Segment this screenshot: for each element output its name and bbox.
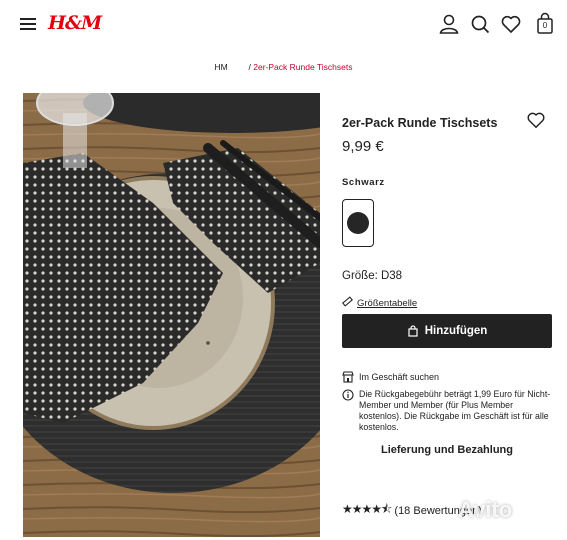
returns-info-text: Die Rückgabegebühr beträgt 1,99 Euro für… bbox=[359, 389, 551, 432]
add-to-bag-button[interactable]: Hinzufügen bbox=[342, 314, 552, 348]
store-search-label: Im Geschäft suchen bbox=[359, 372, 440, 382]
heart-icon[interactable] bbox=[500, 13, 522, 35]
avito-watermark: Avito bbox=[458, 497, 513, 522]
swatch-color-dot bbox=[347, 212, 369, 234]
favorite-heart-icon[interactable] bbox=[526, 110, 546, 130]
search-icon[interactable] bbox=[469, 13, 491, 35]
breadcrumb: HM / 2er-Pack Runde Tischsets bbox=[0, 62, 567, 72]
size-label: Größe: D38 bbox=[342, 270, 403, 282]
breadcrumb-root[interactable]: HM bbox=[215, 62, 228, 72]
store-search-link[interactable]: Im Geschäft suchen bbox=[342, 371, 439, 383]
menu-icon[interactable] bbox=[20, 18, 36, 30]
color-label: Schwarz bbox=[342, 177, 385, 188]
breadcrumb-current: 2er-Pack Runde Tischsets bbox=[253, 62, 353, 72]
size-guide-label: Größentabelle bbox=[357, 298, 418, 309]
product-price: 9,99 € bbox=[342, 138, 384, 155]
add-button-label: Hinzufügen bbox=[424, 325, 488, 337]
returns-info: Die Rückgabegebühr beträgt 1,99 Euro für… bbox=[342, 389, 557, 433]
product-title: 2er-Pack Runde Tischsets bbox=[342, 116, 498, 130]
brand-logo[interactable]: H&M bbox=[48, 12, 102, 34]
rating-stars-icon: ★★★★⯪ bbox=[342, 502, 392, 516]
bag-count: 0 bbox=[542, 21, 548, 30]
bag-icon[interactable]: 0 bbox=[535, 12, 555, 36]
ruler-icon bbox=[342, 296, 353, 307]
breadcrumb-separator: / bbox=[248, 62, 251, 72]
bag-small-icon bbox=[408, 325, 418, 337]
info-icon bbox=[342, 389, 354, 401]
user-icon[interactable] bbox=[438, 13, 460, 35]
product-image[interactable] bbox=[23, 93, 320, 537]
store-icon bbox=[342, 371, 354, 383]
size-guide-link[interactable]: Größentabelle bbox=[342, 296, 417, 309]
color-swatch-schwarz[interactable] bbox=[342, 199, 374, 247]
delivery-payment-link[interactable]: Lieferung und Bezahlung bbox=[342, 444, 552, 456]
product-image-illustration bbox=[23, 93, 320, 537]
